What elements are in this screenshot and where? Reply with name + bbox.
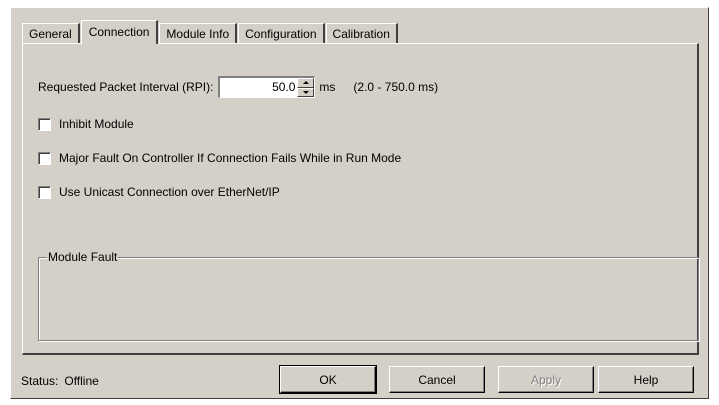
ok-button[interactable]: OK [279, 365, 377, 394]
major-fault-checkbox[interactable] [38, 151, 51, 165]
tab-general[interactable]: General [22, 23, 80, 43]
tab-calibration[interactable]: Calibration [325, 23, 398, 43]
help-button-label: Help [633, 372, 659, 387]
help-button[interactable]: Help [598, 366, 694, 393]
cancel-button[interactable]: Cancel [389, 366, 485, 393]
tab-connection[interactable]: Connection [80, 20, 159, 44]
module-fault-title: Module Fault [47, 250, 119, 264]
rpi-range: (2.0 - 750.0 ms) [353, 80, 439, 94]
tab-strip: General Connection Module Info Configura… [22, 19, 399, 44]
rpi-row: Requested Packet Interval (RPI): 50.0 ms… [38, 76, 438, 98]
module-properties-dialog: General Connection Module Info Configura… [10, 7, 709, 399]
major-fault-label[interactable]: Major Fault On Controller If Connection … [59, 151, 401, 165]
rpi-label: Requested Packet Interval (RPI): [38, 80, 214, 94]
unicast-checkbox[interactable] [38, 185, 51, 199]
inhibit-module-label[interactable]: Inhibit Module [59, 117, 134, 131]
rpi-increment-button[interactable] [297, 78, 315, 88]
inhibit-module-option[interactable]: Inhibit Module [38, 116, 134, 132]
rpi-spin-buttons [297, 78, 315, 97]
status-bar: Status: Offline [21, 374, 99, 388]
rpi-spinbox[interactable]: 50.0 [218, 76, 316, 98]
apply-button-label: Apply [530, 372, 562, 387]
rpi-decrement-button[interactable] [297, 87, 315, 97]
unicast-label[interactable]: Use Unicast Connection over EtherNet/IP [59, 185, 280, 199]
tab-module-info[interactable]: Module Info [159, 23, 238, 43]
ok-button-label: OK [319, 372, 337, 387]
connection-tab-page: Requested Packet Interval (RPI): 50.0 ms… [22, 43, 699, 355]
tab-configuration[interactable]: Configuration [238, 23, 325, 43]
apply-button: Apply [498, 366, 594, 393]
status-value: Offline [64, 374, 99, 388]
inhibit-module-checkbox[interactable] [38, 117, 51, 131]
arrow-up-icon [302, 81, 309, 85]
rpi-input[interactable]: 50.0 [220, 78, 297, 97]
rpi-units: ms [319, 80, 336, 94]
module-fault-groupbox: Module Fault [38, 250, 699, 341]
status-label: Status: [21, 374, 59, 388]
cancel-button-label: Cancel [418, 372, 456, 387]
arrow-down-icon [302, 90, 309, 94]
unicast-option[interactable]: Use Unicast Connection over EtherNet/IP [38, 184, 280, 200]
major-fault-option[interactable]: Major Fault On Controller If Connection … [38, 150, 401, 166]
